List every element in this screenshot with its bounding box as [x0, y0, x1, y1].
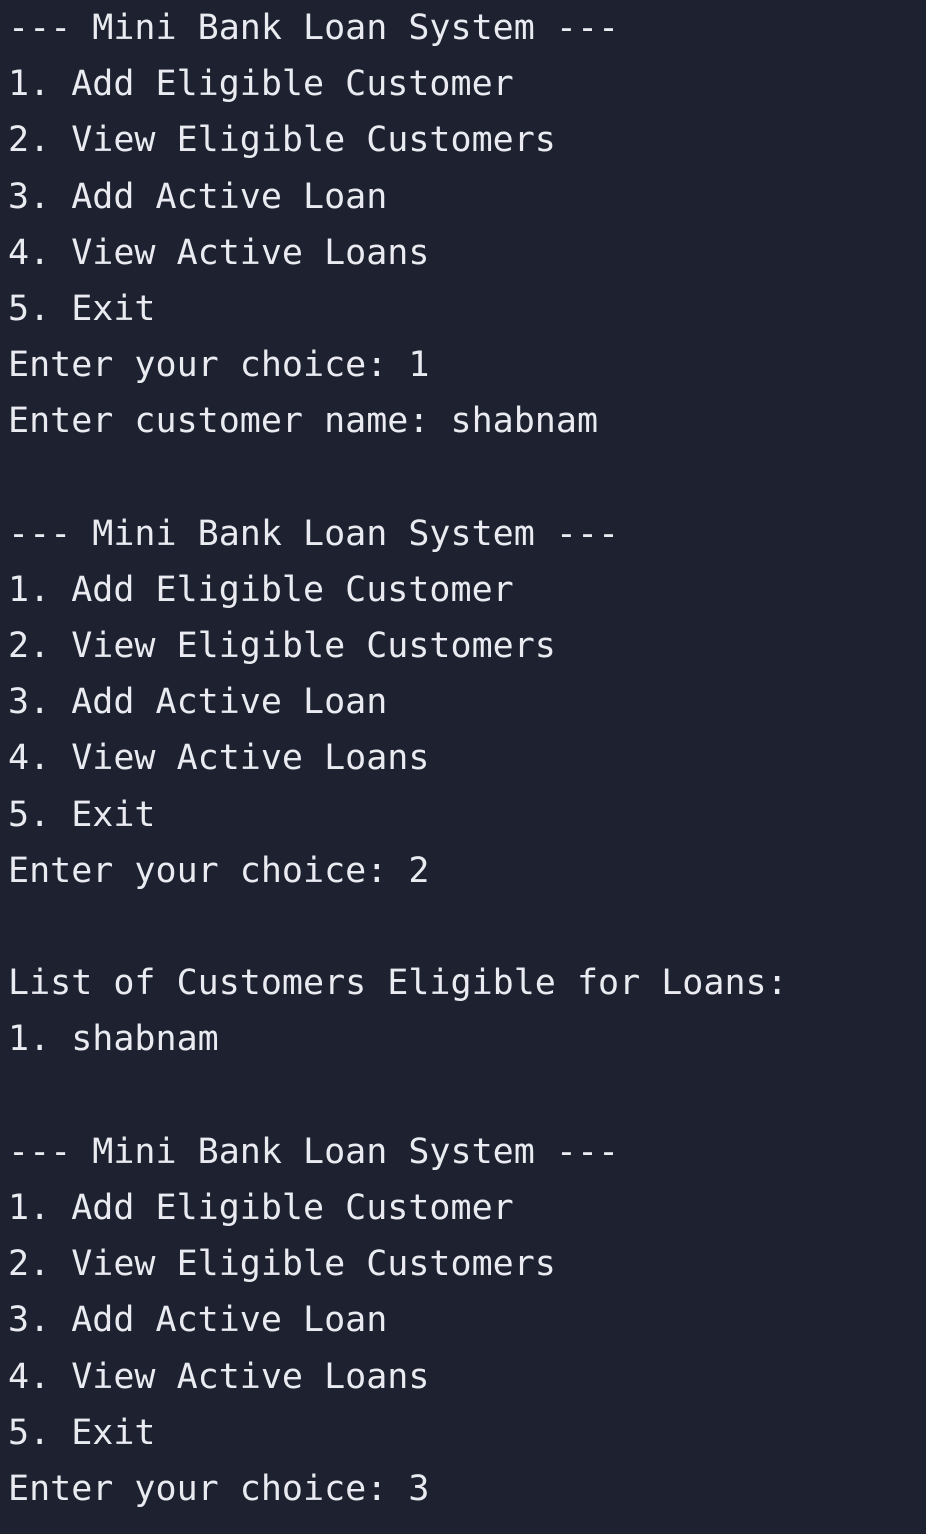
menu-option-add-active-loan: 3. Add Active Loan [8, 682, 388, 723]
menu-title: --- Mini Bank Loan System --- [8, 1131, 620, 1172]
menu-title: --- Mini Bank Loan System --- [8, 8, 620, 48]
menu-option-add-active-loan: 3. Add Active Loan [8, 1300, 388, 1341]
terminal-output[interactable]: --- Mini Bank Loan System --- 1. Add Eli… [0, 0, 926, 1534]
menu-option-exit: 5. Exit [8, 794, 156, 835]
menu-option-view-eligible-customers: 2. View Eligible Customers [8, 120, 556, 161]
menu-option-view-active-loans: 4. View Active Loans [8, 232, 430, 273]
menu-title: --- Mini Bank Loan System --- [8, 513, 620, 554]
menu-option-add-eligible-customer: 1. Add Eligible Customer [8, 569, 514, 610]
menu-option-exit: 5. Exit [8, 288, 156, 329]
choice-prompt: Enter your choice: 2 [8, 850, 430, 891]
menu-option-add-eligible-customer: 1. Add Eligible Customer [8, 1187, 514, 1228]
choice-prompt: Enter your choice: 1 [8, 345, 430, 386]
menu-option-exit: 5. Exit [8, 1412, 156, 1453]
menu-option-view-active-loans: 4. View Active Loans [8, 738, 430, 779]
menu-option-add-eligible-customer: 1. Add Eligible Customer [8, 64, 514, 105]
choice-prompt: Enter your choice: 3 [8, 1468, 430, 1509]
menu-option-view-eligible-customers: 2. View Eligible Customers [8, 1244, 556, 1285]
menu-option-view-eligible-customers: 2. View Eligible Customers [8, 626, 556, 667]
menu-option-view-active-loans: 4. View Active Loans [8, 1356, 430, 1397]
menu-option-add-active-loan: 3. Add Active Loan [8, 176, 388, 217]
eligible-customers-heading: List of Customers Eligible for Loans: [8, 963, 788, 1004]
eligible-customer-item: 1. shabnam [8, 1019, 219, 1060]
customer-name-prompt: Enter customer name: shabnam [8, 401, 599, 442]
